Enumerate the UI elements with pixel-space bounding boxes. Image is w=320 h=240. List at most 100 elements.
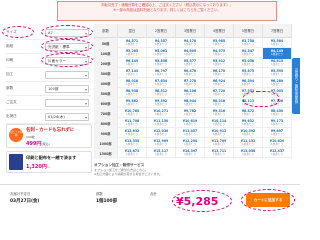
price-cell[interactable]: ¥4,571 1枚あたり [118,38,147,49]
price-cell[interactable]: ¥8,106 1枚あたり [176,88,205,99]
price-cell[interactable]: ¥4,149 1枚あたり [263,48,292,59]
price-cell[interactable]: ¥7,003 1枚あたり [263,88,292,99]
price-cell[interactable]: ¥9,897 1枚あたり [263,128,292,139]
price-cell[interactable]: ¥6,478 1枚あたり [176,68,205,79]
price-cell[interactable]: ¥6,280 1枚あたり [263,78,292,89]
price-cell[interactable]: ¥10,114 1枚あたり [205,118,234,129]
finish-select[interactable] [45,70,89,79]
price-cell[interactable]: ¥9,632 1枚あたり [234,118,263,129]
paper-select[interactable]: 光沢紙・標準 [45,42,89,51]
price-cell[interactable]: ¥5,063 1枚あたり [147,48,176,59]
price-cell[interactable]: ¥8,113 1枚あたり [234,98,263,109]
price-cell[interactable]: ¥8,872 1枚あたり [234,108,263,119]
price-cell[interactable]: ¥13,711 1枚あたり [205,148,234,159]
price-cell[interactable]: ¥6,170 1枚あたり [205,68,234,79]
price-sub-label: 1枚あたり [183,113,197,116]
price-sub-label: 1枚あたり [125,93,139,96]
price-cell[interactable]: ¥8,938 1枚あたり [118,88,147,99]
price-cell[interactable]: ¥6,149 1枚あたり [118,58,147,69]
quantity-select[interactable]: 100部 [45,84,89,93]
quantity-cell: 700部 [94,108,118,119]
price-cell[interactable]: ¥10,912 1枚あたり [205,128,234,139]
price-cell[interactable]: ¥11,151 1枚あたり [234,138,263,149]
order-summary-bar: お届け予定日 03月27日(金) 部数 1個100部 合計 ¥5,285 カート… [0,184,300,215]
price-cell[interactable]: ¥6,924 1枚あたり [205,78,234,89]
price-sub-label: 1枚あたり [125,133,139,136]
price-cell[interactable]: ¥3,584 1枚あたり [263,38,292,49]
price-cell[interactable]: ¥9,392 1枚あたり [147,98,176,109]
price-cell[interactable]: ¥4,357 1枚あたり [147,38,176,49]
price-sub-label: 1枚あたり [241,123,255,126]
price-cell[interactable]: ¥13,058 1枚あたり [234,148,263,159]
price-cell[interactable]: ¥5,285 1枚あたり [118,48,147,59]
price-cell[interactable]: ¥8,512 1枚あたり [147,88,176,99]
side-tab[interactable]: お見積り・無料会員登録 [292,58,300,114]
price-cell[interactable]: ¥8,518 1枚あたり [205,98,234,109]
price-cell[interactable]: ¥10,619 1枚あたり [176,118,205,129]
table-row: 400部 ¥8,016 1枚あたり ¥7,634 1枚あたり ¥7,270 1枚あたり ¥6,… [94,78,292,89]
price-cell[interactable]: ¥12,909 1枚あたり [147,138,176,149]
price-cell[interactable]: ¥12,294 1枚あたり [176,138,205,149]
price-sub-label: 1枚あたり [154,113,168,116]
price-cell[interactable]: ¥10,271 1枚あたり [147,108,176,119]
price-cell[interactable]: ¥5,312 1枚あたり [205,58,234,69]
price-cell[interactable]: ¥12,437 1枚あたり [263,148,292,159]
price-cell[interactable]: ¥4,815 1枚あたり [263,58,292,69]
price-sub-label: 1枚あたり [154,53,168,56]
price-cell[interactable]: ¥6,594 1枚あたり [234,78,263,89]
price-cell[interactable]: ¥9,173 1枚あたり [263,118,292,129]
price-cell[interactable]: ¥11,457 1枚あたり [176,128,205,139]
price-cell[interactable]: ¥10,785 1枚あたり [118,108,147,119]
price-cell[interactable]: ¥12,030 1枚あたり [147,128,176,139]
price-cell[interactable]: ¥4,170 1枚あたり [176,38,205,49]
price-cell[interactable]: ¥8,450 1枚あたり [263,108,292,119]
price-cell[interactable]: ¥9,316 1枚あたり [205,108,234,119]
ship-date-select[interactable]: 03/26(木) [45,112,89,121]
price-cell[interactable]: ¥7,720 1枚あたり [205,88,234,99]
price-cell[interactable]: ¥3,985 1枚あたり [205,38,234,49]
price-cell[interactable]: ¥8,944 1枚あたり [176,98,205,109]
price-cell[interactable]: ¥15,117 1枚あたり [147,148,176,159]
price-cell[interactable]: ¥10,620 1枚あたり [263,138,292,149]
price-cell[interactable]: ¥4,347 1枚あたり [234,48,263,59]
price-cell[interactable]: ¥13,555 1枚あたり [118,138,147,149]
add-to-cart-button[interactable]: カートに追加する [246,193,290,207]
price-cell[interactable]: ¥8,016 1枚あたり [118,78,147,89]
summary-delivery: お届け予定日 03月27日(金) [10,191,39,204]
quantity-cell: 1500部 [94,148,118,159]
price-cell[interactable]: ¥10,392 1枚あたり [234,128,263,139]
size-select[interactable]: A7 [45,28,89,37]
price-cell[interactable]: ¥7,634 1枚あたり [147,78,176,89]
price-cell[interactable]: ¥7,353 1枚あたり [234,88,263,99]
price-cell[interactable]: ¥12,632 1枚あたり [118,128,147,139]
ad-logo [9,154,23,170]
price-table-header: 部数 翌日 2営業日 3営業日 4営業日 5営業日 7営業日 [94,24,292,38]
business-card-ad[interactable]: スピード印刷 名刺・カードも忘れずに 100枚 499円(税込) [6,124,92,148]
price-cell[interactable]: ¥11,708 1枚あたり [118,118,147,129]
price-cell[interactable]: ¥6,797 1枚あたり [147,68,176,79]
price-cell[interactable]: ¥5,595 1枚あたり [263,68,292,79]
table-row: 600部 ¥9,862 1枚あたり ¥9,392 1枚あたり ¥8,944 1枚あたり ¥8,… [94,98,292,109]
price-sub-label: 1枚あたり [212,103,226,106]
price-cell[interactable]: ¥15,873 1枚あたり [118,148,147,159]
price-cell[interactable]: ¥9,862 1枚あたり [118,98,147,109]
price-cell[interactable]: ¥4,575 1枚あたり [205,48,234,59]
price-cell[interactable]: ¥5,856 1枚あたり [147,58,176,69]
price-cell[interactable]: ¥7,143 1枚あたり [118,68,147,79]
print-select[interactable]: 片面カラー [45,56,89,65]
price-sub-label: 1枚あたり [270,133,284,136]
price-sub-label: 1枚あたり [154,73,168,76]
price-cell[interactable]: ¥7,726 1枚あたり [263,98,292,109]
price-cell[interactable]: ¥5,875 1枚あたり [234,68,263,79]
price-cell[interactable]: ¥3,758 1枚あたり [234,38,263,49]
price-cell[interactable]: ¥11,150 1枚あたり [147,118,176,129]
price-cell[interactable]: ¥14,397 1枚あたり [176,148,205,159]
order-select[interactable] [45,98,89,107]
price-cell[interactable]: ¥9,782 1枚あたり [176,108,205,119]
print-delivery-ad[interactable]: 印刷と配布を一緒で済ます 1,320円〜 [6,151,92,173]
price-cell[interactable]: ¥11,709 1枚あたり [205,138,234,149]
price-cell[interactable]: ¥7,270 1枚あたり [176,78,205,89]
price-cell[interactable]: ¥5,577 1枚あたり [176,58,205,69]
price-cell[interactable]: ¥5,058 1枚あたり [234,58,263,69]
price-cell[interactable]: ¥4,805 1枚あたり [176,48,205,59]
